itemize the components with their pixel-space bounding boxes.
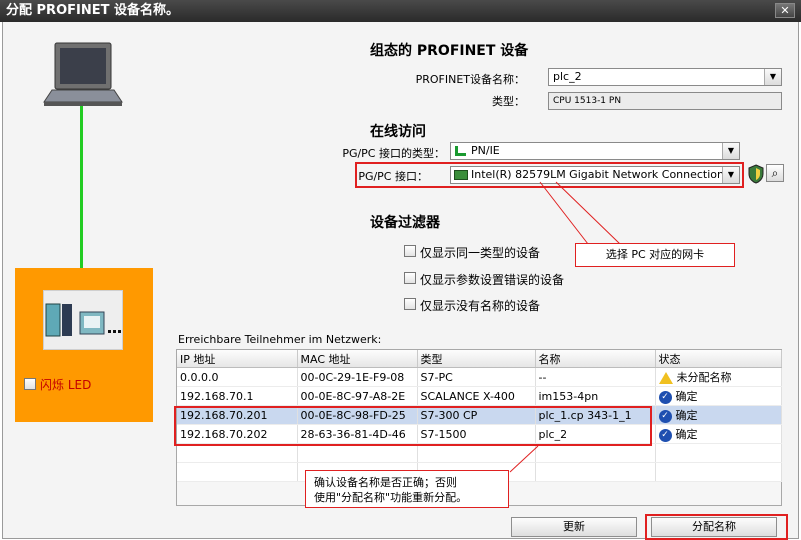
search-icon[interactable]: ⌕	[766, 164, 784, 182]
assign-name-button[interactable]: 分配名称	[651, 517, 777, 537]
check-icon: ✓	[658, 390, 672, 404]
col-header-type[interactable]: 类型	[417, 350, 536, 368]
cell-mac: 00-0E-8C-97-A8-2E	[297, 386, 418, 406]
cell-ip: 192.168.70.1	[177, 386, 298, 406]
confirm-callout: 确认设备名称是否正确；否则 使用"分配名称"功能重新分配。	[305, 470, 509, 508]
check-icon: ✓	[658, 409, 672, 423]
cell-mac: 00-0C-29-1E-F9-08	[297, 367, 418, 387]
shield-icon[interactable]	[747, 164, 765, 184]
device-filter-heading: 设备过滤器	[370, 215, 440, 231]
interface-type-label: PG/PC 接口的类型：	[342, 147, 445, 160]
flash-led-label: 闪烁 LED	[40, 378, 92, 392]
cell-name: --	[535, 367, 656, 387]
table-header-row: IP 地址 MAC 地址 类型 名称 状态	[177, 350, 782, 368]
nic-callout-pointer	[539, 181, 621, 245]
col-header-name[interactable]: 名称	[535, 350, 656, 368]
warning-icon	[658, 372, 673, 384]
interface-type-select[interactable]: PN/IE ▼	[450, 142, 740, 160]
cell-status: ✓ 确定	[655, 424, 782, 444]
col-header-ip[interactable]: IP 地址	[177, 350, 298, 368]
table-row[interactable]: 0.0.0.0 00-0C-29-1E-F9-08 S7-PC -- 未分配名称	[177, 367, 782, 387]
table-row[interactable]: 192.168.70.1 00-0E-8C-97-A8-2E SCALANCE …	[177, 386, 782, 406]
type-label: 类型：	[492, 95, 525, 108]
refresh-button[interactable]: 更新	[511, 517, 637, 537]
confirm-callout-pointer	[509, 445, 539, 473]
cell-name: im153-4pn	[535, 386, 656, 406]
col-header-mac[interactable]: MAC 地址	[297, 350, 418, 368]
close-button[interactable]: ✕	[775, 3, 795, 18]
configured-device-heading: 组态的 PROFINET 设备	[370, 43, 529, 59]
device-name-select[interactable]: plc_2 ▼	[548, 68, 782, 86]
table-caption: Erreichbare Teilnehmer im Netzwerk:	[178, 333, 382, 346]
cell-status: ✓ 确定	[655, 386, 782, 406]
device-name-label: PROFINET设备名称：	[415, 73, 525, 86]
filter-same-type-checkbox[interactable]	[404, 245, 416, 257]
cell-ip: 0.0.0.0	[177, 367, 298, 387]
interface-type-value: PN/IE	[471, 144, 500, 157]
ethernet-icon	[455, 146, 466, 156]
plc-device-icon[interactable]	[44, 302, 122, 342]
network-cable	[80, 106, 83, 268]
confirm-callout-line1: 确认设备名称是否正确；否则	[314, 476, 457, 489]
filter-no-name-checkbox[interactable]	[404, 298, 416, 310]
status-text: 确定	[675, 409, 698, 422]
cell-type: S7-PC	[417, 367, 536, 387]
status-text: 确定	[675, 428, 698, 441]
status-text: 未分配名称	[676, 371, 732, 384]
flash-led-checkbox[interactable]	[24, 378, 36, 390]
cell-status: 未分配名称	[655, 367, 782, 387]
rows-highlight-box	[174, 406, 652, 446]
filter-param-error-label: 仅显示参数设置错误的设备	[420, 273, 565, 287]
window-title: 分配 PROFINET 设备名称。	[0, 0, 801, 22]
filter-same-type-label: 仅显示同一类型的设备	[420, 246, 541, 260]
table-row-empty	[177, 443, 782, 463]
cell-status: ✓ 确定	[655, 405, 782, 425]
chevron-down-icon: ▼	[722, 167, 739, 183]
type-field: CPU 1513-1 PN	[548, 92, 782, 110]
confirm-callout-line2: 使用"分配名称"功能重新分配。	[314, 491, 468, 504]
interface-label: PG/PC 接口：	[358, 170, 428, 183]
laptop-icon	[43, 42, 123, 106]
status-text: 确定	[675, 390, 698, 403]
check-icon: ✓	[658, 428, 672, 442]
network-card-icon	[454, 170, 468, 180]
filter-param-error-checkbox[interactable]	[404, 272, 416, 284]
nic-callout: 选择 PC 对应的网卡	[575, 243, 735, 267]
col-header-status[interactable]: 状态	[655, 350, 782, 368]
chevron-down-icon: ▼	[764, 69, 781, 85]
filter-no-name-label: 仅显示没有名称的设备	[420, 299, 541, 313]
online-access-heading: 在线访问	[370, 124, 426, 140]
device-name-value: plc_2	[553, 70, 582, 83]
chevron-down-icon: ▼	[722, 143, 739, 159]
cell-type: SCALANCE X-400	[417, 386, 536, 406]
